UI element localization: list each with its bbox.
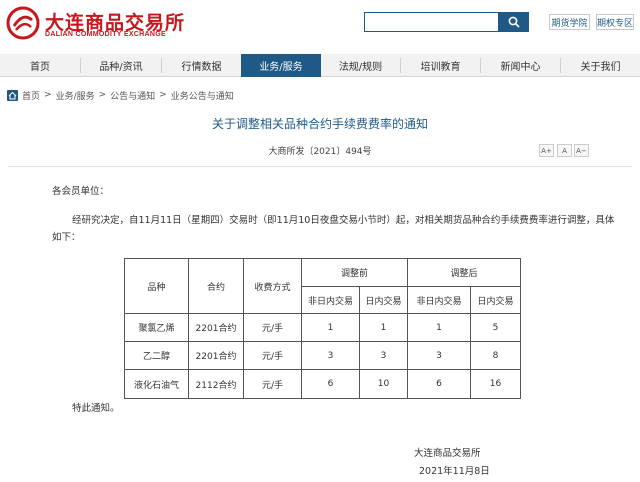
font-decrease-button[interactable]: A−: [574, 144, 589, 157]
nav-item-about[interactable]: 关于我们: [561, 54, 640, 77]
font-increase-button[interactable]: A+: [539, 144, 554, 157]
cell-before-non: 1: [301, 313, 360, 342]
nav-item-business[interactable]: 业务/服务: [241, 54, 321, 77]
nav-item-market-data[interactable]: 行情数据: [162, 54, 241, 77]
header-after-non-intraday: 非日内交易: [407, 286, 471, 314]
cell-variety: 聚氯乙烯: [124, 313, 189, 342]
home-icon: [7, 89, 18, 101]
futures-academy-link[interactable]: 期货学院: [549, 14, 590, 30]
cell-method: 元/手: [243, 341, 302, 370]
site-header: 大连商品交易所 DALIAN COMMODITY EXCHANGE 期货学院 期…: [0, 0, 640, 52]
header-before-non-intraday: 非日内交易: [301, 286, 360, 314]
cell-before-intra: 1: [359, 313, 408, 342]
header-method: 收费方式: [243, 258, 302, 314]
nav-item-news[interactable]: 新闻中心: [481, 54, 560, 77]
search-icon: [508, 16, 520, 28]
breadcrumb-business[interactable]: 业务/服务: [56, 89, 95, 102]
table-row: 乙二醇 2201合约 元/手 3 3 3 8: [124, 341, 521, 370]
breadcrumb-notices[interactable]: 公告与通知: [110, 89, 155, 102]
fee-table: 品种 合约 收费方式 调整前 调整后 非日内交易 日内交易 非日内交易 日内交易…: [124, 258, 521, 399]
table-row: 液化石油气 2112合约 元/手 6 10 6 16: [124, 369, 521, 399]
article-title: 关于调整相关品种合约手续费费率的通知: [211, 117, 428, 131]
font-reset-button[interactable]: A: [557, 144, 572, 157]
cell-variety: 液化石油气: [124, 369, 189, 399]
cell-contract: 2201合约: [188, 341, 244, 370]
nav-item-varieties[interactable]: 品种/资讯: [81, 54, 161, 77]
cell-before-intra: 3: [359, 341, 408, 370]
salutation: 各会员单位：: [52, 186, 110, 197]
issue-date: 2021年11月8日: [419, 466, 490, 477]
breadcrumb-business-notices[interactable]: 业务公告与通知: [171, 89, 234, 102]
dce-logo-icon[interactable]: [6, 6, 40, 40]
cell-after-non: 6: [407, 369, 471, 399]
cell-before-non: 6: [301, 369, 360, 399]
header-variety: 品种: [124, 258, 189, 314]
header-contract: 合约: [188, 258, 244, 314]
breadcrumb-separator: >: [98, 90, 107, 100]
cell-before-non: 3: [301, 341, 360, 370]
header-after: 调整后: [407, 258, 521, 287]
cell-after-intra: 16: [470, 369, 521, 399]
brand-name-en: DALIAN COMMODITY EXCHANGE: [45, 31, 166, 38]
body-paragraph: 经研究决定，自11月11日（星期四）交易时（即11月10日夜盘交易小节时）起，对…: [72, 215, 615, 226]
cell-after-non: 1: [407, 313, 471, 342]
main-nav: 首页 品种/资讯 行情数据 业务/服务 法规/规则 培训教育 新闻中心 关于我们: [0, 54, 640, 77]
header-before-intraday: 日内交易: [359, 286, 408, 314]
cell-before-intra: 10: [359, 369, 408, 399]
title-divider: [8, 166, 632, 167]
breadcrumb-home[interactable]: 首页: [22, 89, 40, 102]
cell-variety: 乙二醇: [124, 341, 189, 370]
closing-text: 特此通知。: [72, 403, 120, 414]
nav-item-home[interactable]: 首页: [0, 54, 80, 77]
breadcrumb: 首页 > 业务/服务 > 公告与通知 > 业务公告与通知: [7, 88, 234, 102]
cell-after-intra: 8: [470, 341, 521, 370]
cell-contract: 2201合约: [188, 313, 244, 342]
options-zone-link[interactable]: 期权专区: [596, 14, 634, 30]
nav-item-training[interactable]: 培训教育: [401, 54, 480, 77]
cell-method: 元/手: [243, 313, 302, 342]
breadcrumb-separator: >: [44, 90, 52, 100]
cell-after-intra: 5: [470, 313, 521, 342]
body-paragraph-cont: 如下：: [52, 232, 81, 243]
header-after-intraday: 日内交易: [470, 286, 521, 314]
cell-after-non: 3: [407, 341, 471, 370]
nav-item-regulations[interactable]: 法规/规则: [321, 54, 400, 77]
cell-contract: 2112合约: [188, 369, 244, 399]
breadcrumb-separator: >: [159, 90, 167, 100]
search-button[interactable]: [498, 12, 529, 32]
search-input[interactable]: [364, 12, 499, 32]
table-row: 聚氯乙烯 2201合约 元/手 1 1 1 5: [124, 313, 521, 342]
signature: 大连商品交易所: [414, 448, 481, 459]
cell-method: 元/手: [243, 369, 302, 399]
header-before: 调整前: [301, 258, 408, 287]
